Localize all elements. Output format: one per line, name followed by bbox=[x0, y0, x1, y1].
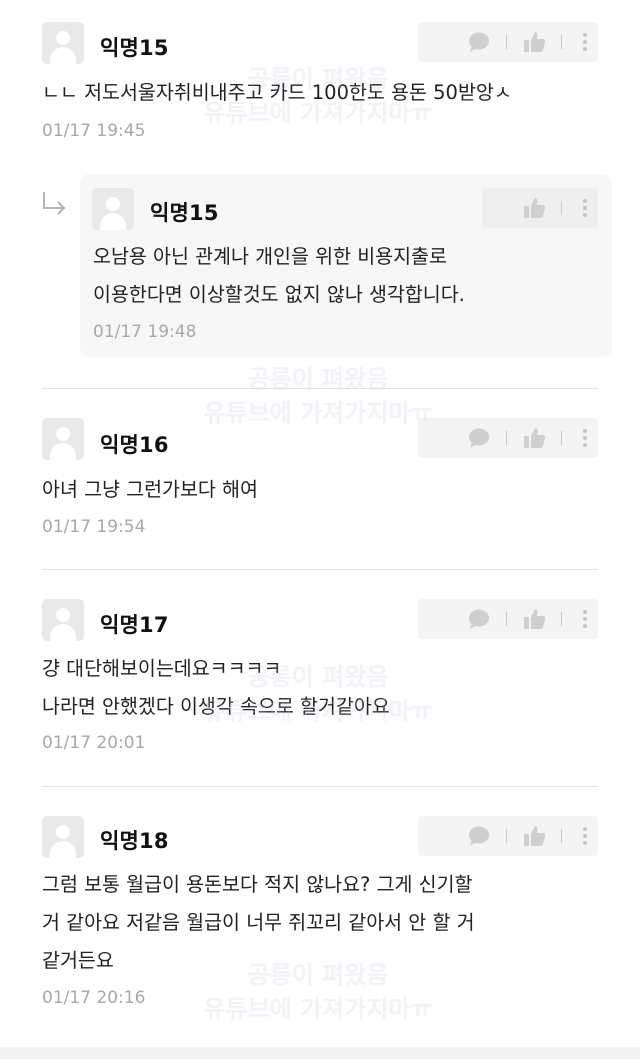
comment-button[interactable] bbox=[462, 816, 496, 856]
comment-time: 01/17 19:45 bbox=[42, 121, 146, 141]
more-button[interactable] bbox=[572, 188, 598, 228]
watermark: 공롱이 펴왔음 유튜브에 가져가지마ㅠ bbox=[203, 65, 433, 127]
comment-icon bbox=[469, 32, 489, 52]
comment-author: 익명17 bbox=[100, 613, 169, 637]
more-icon bbox=[583, 429, 587, 447]
more-icon bbox=[583, 827, 587, 845]
reply-icon bbox=[43, 192, 66, 215]
avatar bbox=[42, 816, 84, 858]
like-button[interactable] bbox=[517, 816, 551, 856]
comment-actions bbox=[418, 22, 598, 62]
bottom-bar bbox=[0, 1047, 640, 1059]
watermark: 공롱이 펴왔음 유튜브에 가져가지마ㅠ bbox=[203, 365, 433, 427]
comment-author: 익명15 bbox=[100, 36, 169, 60]
thumbs-up-icon bbox=[524, 32, 546, 52]
comment-text: 아녀 그냥 그런가보다 해여 bbox=[42, 478, 258, 501]
avatar bbox=[92, 188, 134, 230]
comment-author: 익명18 bbox=[100, 829, 169, 853]
comment-text-line: 같거든요 bbox=[42, 949, 114, 972]
comment-button[interactable] bbox=[462, 22, 496, 62]
comment-text-line: 거 같아요 저같음 월급이 너무 쥐꼬리 같아서 안 할 거 bbox=[42, 911, 475, 934]
more-icon bbox=[583, 199, 587, 217]
comment-actions bbox=[418, 816, 598, 856]
avatar bbox=[42, 418, 84, 460]
comment-button[interactable] bbox=[462, 599, 496, 639]
more-icon bbox=[583, 610, 587, 628]
like-button[interactable] bbox=[517, 418, 551, 458]
avatar bbox=[42, 22, 84, 64]
divider bbox=[42, 569, 598, 570]
reply-time: 01/17 19:48 bbox=[93, 322, 197, 342]
thumbs-up-icon bbox=[524, 609, 546, 629]
thumbs-up-icon bbox=[524, 826, 546, 846]
comment-time: 01/17 20:01 bbox=[42, 733, 146, 753]
like-button[interactable] bbox=[517, 22, 551, 62]
reply-text-line: 오남용 아닌 관계나 개인을 위한 비용지출로 bbox=[93, 245, 447, 268]
reply-author: 익명15 bbox=[150, 201, 219, 225]
comment-author: 익명16 bbox=[100, 433, 169, 457]
comment-icon bbox=[469, 609, 489, 629]
more-button[interactable] bbox=[572, 816, 598, 856]
comment-time: 01/17 19:54 bbox=[42, 517, 146, 537]
thumbs-up-icon bbox=[524, 428, 546, 448]
thumbs-up-icon bbox=[524, 198, 546, 218]
like-button[interactable] bbox=[517, 599, 551, 639]
avatar bbox=[42, 599, 84, 641]
reply-actions bbox=[482, 188, 598, 228]
more-button[interactable] bbox=[572, 22, 598, 62]
watermark: 공롱이 펴왔음 유튜브에 가져가지마ㅠ bbox=[203, 961, 433, 1023]
reply-text-line: 이용한다면 이상할것도 없지 않나 생각합니다. bbox=[93, 283, 465, 306]
more-icon bbox=[583, 33, 587, 51]
comment-time: 01/17 20:16 bbox=[42, 988, 146, 1008]
more-button[interactable] bbox=[572, 418, 598, 458]
watermark: 공롱이 펴왔음 유튜브에 가져가지마ㅠ bbox=[203, 663, 433, 725]
comment-icon bbox=[469, 826, 489, 846]
like-button[interactable] bbox=[517, 188, 551, 228]
comment-text-line: 그럼 보통 월급이 용돈보다 적지 않나요? 그게 신기할 bbox=[42, 873, 473, 896]
more-button[interactable] bbox=[572, 599, 598, 639]
divider bbox=[42, 786, 598, 787]
comment-icon bbox=[469, 428, 489, 448]
comment-actions bbox=[418, 599, 598, 639]
